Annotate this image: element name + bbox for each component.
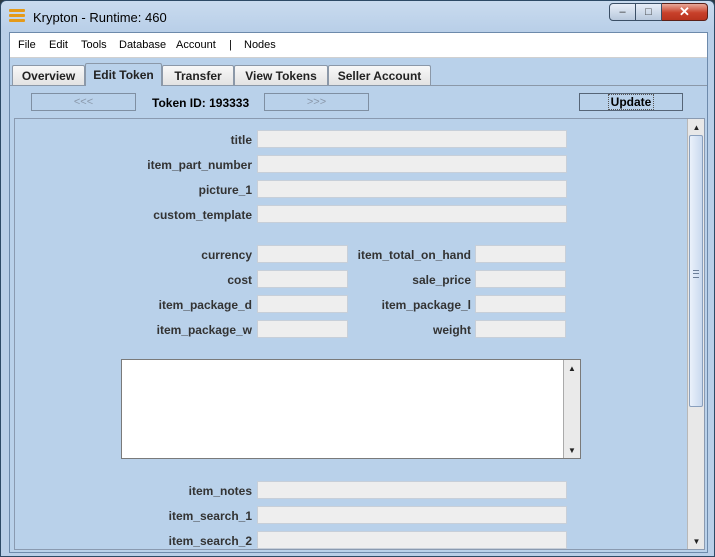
menu-bar: File Edit Tools Database Account | Nodes	[10, 33, 707, 58]
menu-tools[interactable]: Tools	[81, 39, 107, 51]
close-button[interactable]: ✕	[662, 3, 708, 21]
form-scrollbar[interactable]: ▲ ▼	[687, 119, 704, 549]
scroll-up-icon[interactable]: ▲	[688, 119, 704, 135]
item-search-2-field[interactable]	[257, 531, 567, 549]
item-notes-field[interactable]	[257, 481, 567, 499]
previous-token-button[interactable]: <<<	[31, 93, 136, 111]
maximize-button[interactable]: □	[636, 3, 662, 21]
label-currency: currency	[201, 248, 252, 262]
label-item-search-1: item_search_1	[168, 509, 252, 523]
menu-separator: |	[229, 39, 232, 51]
window-title: Krypton - Runtime: 460	[33, 10, 167, 25]
tab-view-tokens[interactable]: View Tokens	[234, 65, 328, 85]
title-field[interactable]	[257, 130, 567, 148]
title-bar[interactable]: Krypton - Runtime: 460 – □ ✕	[1, 1, 714, 33]
label-picture-1: picture_1	[198, 183, 252, 197]
next-token-button[interactable]: >>>	[264, 93, 369, 111]
menu-database[interactable]: Database	[119, 39, 166, 51]
label-item-package-l: item_package_l	[381, 298, 471, 312]
label-cost: cost	[227, 273, 252, 287]
token-id-label: Token ID: 193333	[152, 96, 250, 110]
close-icon: ✕	[679, 4, 690, 19]
custom-template-field[interactable]	[257, 205, 567, 223]
update-button-label: Update	[607, 94, 655, 110]
tab-transfer[interactable]: Transfer	[162, 65, 234, 85]
tab-bar: Overview Edit Token Transfer View Tokens…	[10, 63, 707, 86]
label-title: title	[230, 133, 252, 147]
update-button[interactable]: Update	[579, 93, 683, 111]
token-form-panel: title item_part_number picture_1 custom_…	[14, 118, 705, 550]
textarea-scroll-up-icon[interactable]: ▲	[564, 360, 580, 376]
label-item-package-w: item_package_w	[156, 323, 252, 337]
textarea-scrollbar[interactable]: ▲ ▼	[563, 360, 580, 458]
app-window: Krypton - Runtime: 460 – □ ✕ File Edit T…	[0, 0, 715, 557]
menu-account[interactable]: Account	[176, 39, 216, 51]
label-item-search-2: item_search_2	[168, 534, 252, 548]
tab-overview[interactable]: Overview	[12, 65, 85, 85]
client-area: File Edit Tools Database Account | Nodes…	[9, 32, 708, 553]
menu-nodes[interactable]: Nodes	[244, 39, 276, 51]
item-part-number-field[interactable]	[257, 155, 567, 173]
scroll-thumb[interactable]	[689, 135, 703, 407]
minimize-icon: –	[619, 6, 626, 18]
window-controls: – □ ✕	[609, 3, 708, 21]
item-total-on-hand-field[interactable]	[475, 245, 566, 263]
label-item-notes: item_notes	[188, 484, 252, 498]
tab-seller-account[interactable]: Seller Account	[328, 65, 431, 85]
label-weight: weight	[433, 323, 471, 337]
minimize-button[interactable]: –	[609, 3, 636, 21]
label-item-total-on-hand: item_total_on_hand	[357, 248, 471, 262]
scroll-down-icon[interactable]: ▼	[688, 533, 704, 549]
menu-file[interactable]: File	[18, 39, 36, 51]
textarea-scroll-down-icon[interactable]: ▼	[564, 442, 580, 458]
item-search-1-field[interactable]	[257, 506, 567, 524]
weight-field[interactable]	[475, 320, 566, 338]
label-sale-price: sale_price	[412, 273, 471, 287]
picture-1-field[interactable]	[257, 180, 567, 198]
label-custom-template: custom_template	[153, 208, 252, 222]
description-textarea[interactable]: ▲ ▼	[121, 359, 581, 459]
tab-edit-token[interactable]: Edit Token	[85, 63, 162, 86]
menu-edit[interactable]: Edit	[49, 39, 68, 51]
scroll-grip-icon	[693, 270, 699, 278]
label-item-part-number: item_part_number	[147, 158, 252, 172]
maximize-icon: □	[645, 6, 652, 18]
sale-price-field[interactable]	[475, 270, 566, 288]
app-menu-icon[interactable]	[9, 9, 25, 25]
label-item-package-d: item_package_d	[158, 298, 252, 312]
item-package-l-field[interactable]	[475, 295, 566, 313]
